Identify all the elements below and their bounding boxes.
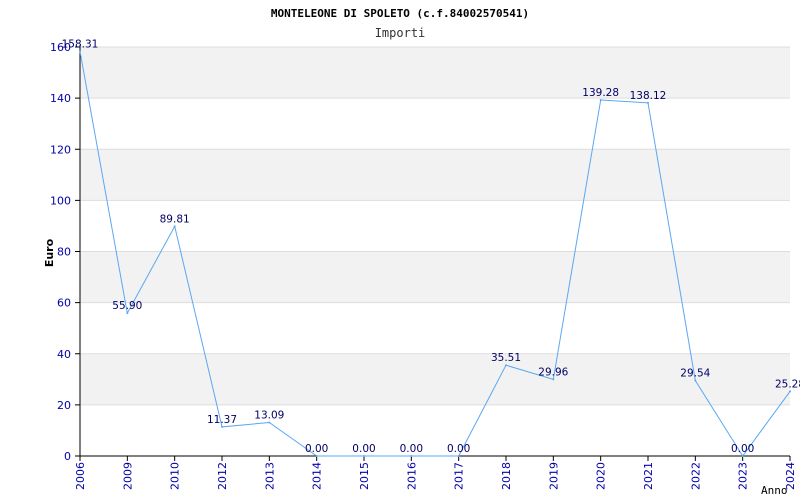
x-tick-label: 2021 (642, 462, 655, 490)
data-label: 0.00 (400, 443, 423, 455)
background-band (80, 47, 790, 99)
x-tick-label: 2016 (405, 462, 418, 490)
data-point (741, 455, 744, 457)
data-label: 158.31 (62, 38, 99, 50)
data-label: 89.81 (160, 213, 190, 225)
x-tick-label: 2009 (121, 462, 134, 490)
chart-subtitle: Importi (375, 26, 426, 40)
x-tick-label: 2014 (311, 462, 324, 490)
data-label: 29.54 (680, 367, 710, 379)
data-point (505, 364, 507, 367)
data-label: 25.28 (775, 378, 800, 390)
line-chart: MONTELEONE DI SPOLETO (c.f.84002570541) … (43, 7, 800, 497)
x-tick-label: 2019 (547, 462, 560, 490)
data-point (410, 455, 413, 457)
data-point (363, 455, 365, 457)
background-band (80, 404, 790, 456)
data-point (552, 378, 555, 381)
data-point (647, 101, 649, 104)
x-tick-label: 2022 (689, 462, 702, 490)
data-label: 0.00 (352, 443, 375, 455)
y-tick-label: 140 (50, 92, 71, 105)
y-axis-title: Euro (43, 238, 56, 267)
data-point (457, 455, 460, 457)
data-point (315, 455, 318, 457)
x-tick-label: 2012 (216, 462, 229, 490)
data-point (173, 225, 176, 228)
x-tick-label: 2006 (74, 462, 87, 490)
background-band (80, 200, 790, 252)
data-point (79, 50, 81, 53)
x-tick-label: 2017 (453, 462, 466, 490)
data-label: 0.00 (305, 443, 328, 455)
background-band (80, 149, 790, 201)
x-tick-label: 2024 (784, 462, 797, 490)
data-point (268, 421, 271, 424)
y-tick-label: 120 (50, 143, 71, 156)
y-tick-label: 20 (57, 399, 71, 412)
data-label: 29.96 (538, 366, 568, 378)
chart-title: MONTELEONE DI SPOLETO (c.f.84002570541) (271, 7, 529, 20)
y-tick-label: 0 (64, 450, 71, 463)
y-tick-label: 60 (57, 297, 71, 310)
x-tick-label: 2015 (358, 462, 371, 490)
data-label: 13.09 (254, 410, 284, 422)
data-label: 11.37 (207, 414, 237, 426)
x-tick-label: 2010 (169, 462, 182, 490)
y-tick-label: 100 (50, 194, 71, 207)
x-tick-label: 2013 (263, 462, 276, 490)
data-point (221, 425, 223, 428)
data-label: 35.51 (491, 352, 521, 364)
x-tick-label: 2018 (500, 462, 513, 490)
data-label: 138.12 (630, 90, 667, 102)
background-band (80, 98, 790, 150)
data-label: 55.90 (112, 300, 142, 312)
data-label: 0.00 (447, 443, 470, 455)
y-tick-label: 80 (57, 246, 71, 259)
data-point (126, 312, 129, 315)
data-point (789, 390, 791, 393)
data-label: 139.28 (582, 87, 619, 99)
data-point (694, 379, 697, 382)
x-tick-label: 2023 (737, 462, 750, 490)
data-label: 0.00 (731, 443, 754, 455)
data-point (599, 98, 602, 101)
x-tick-label: 2020 (595, 462, 608, 490)
x-tick-labels: 2006 2009 2010 2012 2013 2014 2015 2016 2017 2018… (74, 462, 797, 490)
y-tick-label: 40 (57, 348, 71, 361)
